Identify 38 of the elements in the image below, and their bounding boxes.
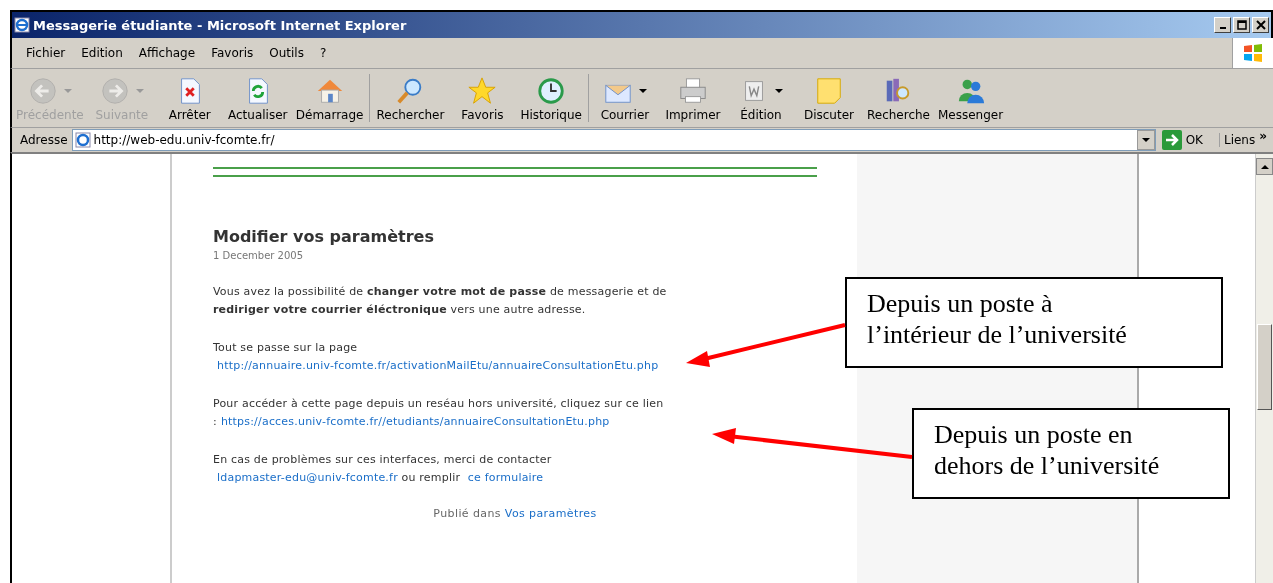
go-button[interactable]: OK <box>1155 130 1219 150</box>
menu-item[interactable]: Affichage <box>130 46 204 60</box>
paragraph: Tout se passe sur la page http://annuaire.univ-fcomte.fr/activationMailEtu/annuaireConsultationEtu.php <box>213 340 660 374</box>
published-label: Publié dans <box>433 507 502 520</box>
menu-item[interactable]: Edition <box>73 46 131 60</box>
link[interactable]: ce formulaire <box>467 471 544 484</box>
toolbar-button[interactable]: Imprimer <box>658 74 727 122</box>
toolbar-button[interactable]: Messenger <box>934 74 1008 122</box>
toolbar-button[interactable]: Arrêter <box>155 74 224 122</box>
toolbar-button[interactable]: Historique <box>516 74 586 122</box>
paragraph: Vous avez la possibilité de changer votre mot de passe de messagerie et de rediriger votre courrier éléctronique vers une autre adresse. <box>213 284 668 318</box>
callout-box: Depuis un poste à l’intérieur de l’université <box>845 277 1223 368</box>
toolbar-button[interactable]: Discuter <box>794 74 863 122</box>
toolbar-button[interactable]: Édition <box>726 74 795 122</box>
category-link[interactable]: Vos paramètres <box>504 507 597 520</box>
menu-item[interactable]: Outils <box>261 46 312 60</box>
article-title: Modifier vos paramètres <box>213 227 435 246</box>
toolbar-button[interactable]: Recherche <box>862 74 934 122</box>
menu-item[interactable]: Fichier <box>18 46 74 60</box>
window-title: Messagerie étudiante - Microsoft Internet Explorer <box>33 17 408 33</box>
article-date: 1 December 2005 <box>213 250 305 261</box>
address-field[interactable]: http://web-edu.univ-fcomte.fr/ <box>71 129 1156 151</box>
paragraph: En cas de problèmes sur ces interfaces, merci de contacter ldapmaster-edu@univ-fcomte.fr ou remplir ce formulaire <box>213 452 553 486</box>
toolbar-button[interactable]: Rechercher <box>372 74 449 122</box>
toolbar-button[interactable]: Démarrage <box>291 74 368 122</box>
menu-item[interactable]: Favoris <box>203 46 262 60</box>
link[interactable]: http://annuaire.univ-fcomte.fr/activationMailEtu/annuaireConsultationEtu.php <box>217 359 659 372</box>
menu-item[interactable]: ? <box>311 46 335 60</box>
more-button[interactable]: » <box>1259 129 1273 151</box>
callout-box: Depuis un poste en dehors de l’université <box>912 408 1230 499</box>
links-button[interactable]: Liens <box>1218 133 1260 147</box>
link[interactable]: https://acces.univ-fcomte.fr//etudiants/annuaireConsultationEtu.php <box>220 415 610 428</box>
toolbar-button[interactable]: Actualiser <box>223 74 292 122</box>
toolbar-button[interactable]: Courrier <box>590 74 659 122</box>
toolbar-button[interactable]: Favoris <box>448 74 517 122</box>
paragraph: Pour accéder à cette page depuis un reséau hors université, cliquez sur ce lien : https://acces.univ-fcomte.fr//etudiants/annuaireConsultationEtu.php <box>213 396 665 430</box>
address-label: Adresse <box>19 133 69 147</box>
link[interactable]: ldapmaster-edu@univ-fcomte.fr <box>217 471 398 484</box>
